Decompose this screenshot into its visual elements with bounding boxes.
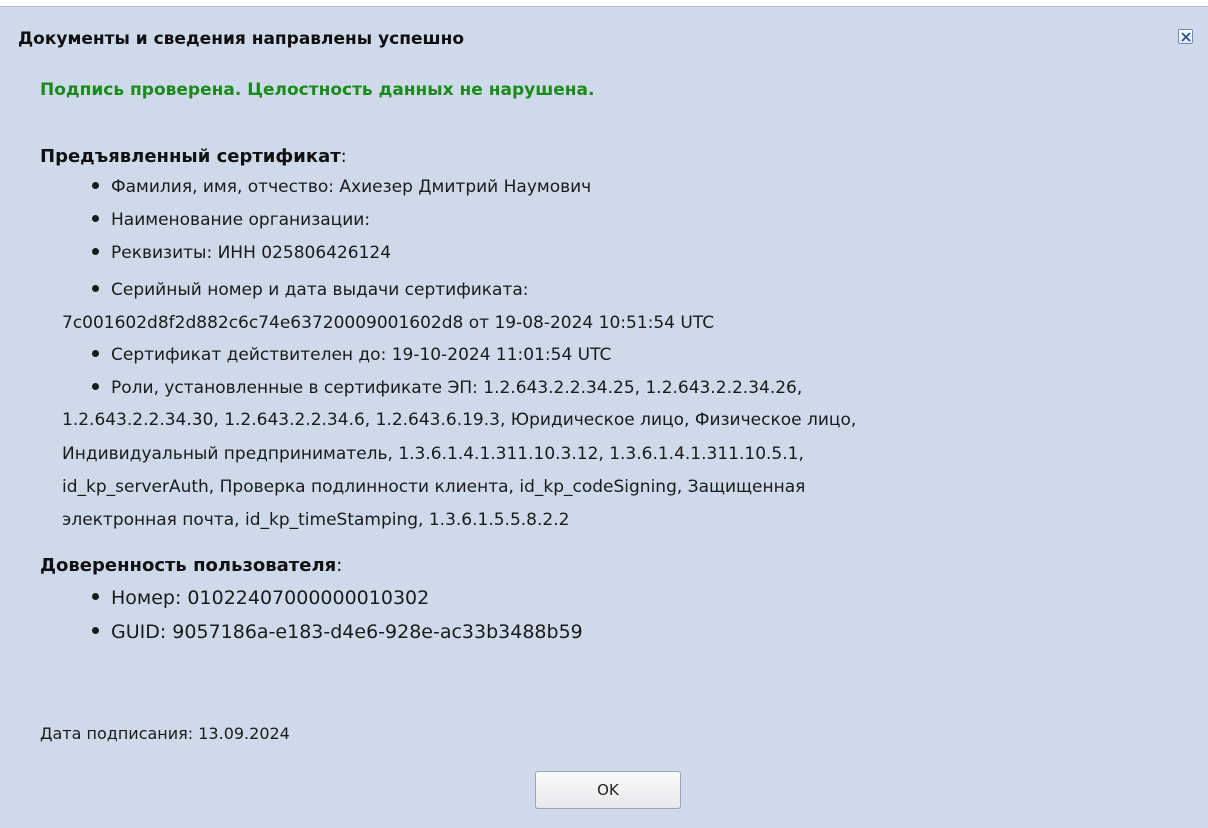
list-item: Реквизиты: ИНН 025806426124 <box>92 243 391 263</box>
power-of-attorney-heading: Доверенность пользователя: <box>40 555 342 576</box>
poa-guid: GUID: 9057186a-e183-d4e6-928e-ac33b3488b… <box>111 621 583 643</box>
bullet-icon <box>92 382 99 390</box>
bullet-icon <box>92 284 99 292</box>
bullet-icon <box>92 349 99 357</box>
cert-serial-value: 7c001602d8f2d882c6c74e63720009001602d8 о… <box>62 313 715 333</box>
bullet-icon <box>92 247 99 255</box>
certificate-heading-label: Предъявленный сертификат <box>40 146 341 167</box>
list-item: GUID: 9057186a-e183-d4e6-928e-ac33b3488b… <box>92 621 583 643</box>
cert-roles-line: Роли, установленные в сертификате ЭП: 1.… <box>111 378 803 398</box>
cert-valid-until: Сертификат действителен до: 19-10-2024 1… <box>111 345 612 365</box>
certificate-heading: Предъявленный сертификат: <box>40 146 347 167</box>
list-item: Фамилия, имя, отчество: Ахиезер Дмитрий … <box>92 177 591 197</box>
cert-roles-line: id_kp_serverAuth, Проверка подлинности к… <box>62 477 806 497</box>
signing-date: Дата подписания: 13.09.2024 <box>40 724 290 743</box>
list-item: Наименование организации: <box>92 210 370 230</box>
dialog-window: Документы и сведения направлены успешно … <box>0 6 1208 828</box>
bullet-icon <box>92 593 99 600</box>
cert-roles-line: Индивидуальный предприниматель, 1.3.6.1.… <box>62 444 804 464</box>
cert-serial-label: Серийный номер и дата выдачи сертификата… <box>111 280 529 300</box>
close-icon <box>1181 32 1191 42</box>
ok-button[interactable]: OK <box>535 771 681 809</box>
signature-status: Подпись проверена. Целостность данных не… <box>40 80 595 100</box>
list-item: Серийный номер и дата выдачи сертификата… <box>92 280 529 300</box>
bullet-icon <box>92 214 99 222</box>
list-item: Сертификат действителен до: 19-10-2024 1… <box>92 345 611 365</box>
cert-fio: Фамилия, имя, отчество: Ахиезер Дмитрий … <box>111 177 592 197</box>
list-item: Номер: 01022407000000010302 <box>92 587 429 609</box>
bullet-icon <box>92 627 99 634</box>
power-of-attorney-heading-label: Доверенность пользователя <box>40 555 337 576</box>
cert-requisites: Реквизиты: ИНН 025806426124 <box>111 243 392 263</box>
poa-number: Номер: 01022407000000010302 <box>111 587 430 609</box>
cert-roles-line: электронная почта, id_kp_timeStamping, 1… <box>62 510 570 530</box>
dialog-title: Документы и сведения направлены успешно <box>18 29 464 49</box>
cert-org: Наименование организации: <box>111 210 371 230</box>
power-of-attorney-heading-colon: : <box>336 555 343 576</box>
bullet-icon <box>92 181 99 189</box>
close-button[interactable] <box>1178 29 1193 44</box>
cert-roles-line: 1.2.643.2.2.34.30, 1.2.643.2.2.34.6, 1.2… <box>62 410 857 430</box>
certificate-heading-colon: : <box>340 146 347 167</box>
list-item: Роли, установленные в сертификате ЭП: 1.… <box>92 378 802 398</box>
